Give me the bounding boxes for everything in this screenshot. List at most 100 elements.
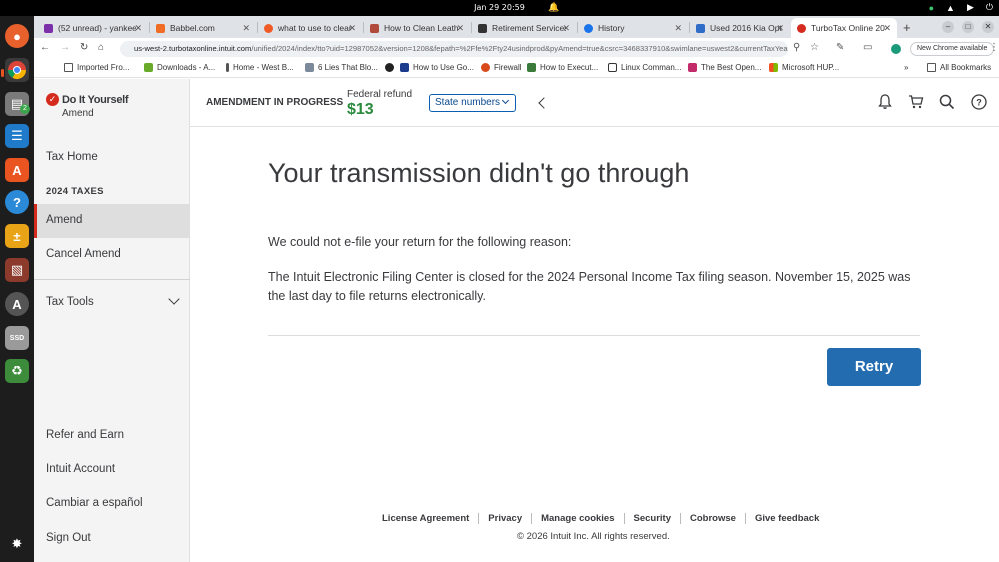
calc-icon[interactable]: ±: [5, 224, 29, 248]
turbotax-logo[interactable]: ✓ Do It Yourself: [46, 93, 129, 106]
footer-link-cobrowse[interactable]: Cobrowse: [681, 513, 746, 524]
zoom-icon[interactable]: ⚲: [793, 42, 800, 53]
chevron-down-icon: [501, 96, 510, 105]
globe-icon: [385, 63, 394, 72]
footer-link-privacy[interactable]: Privacy: [479, 513, 533, 524]
close-window-icon[interactable]: ✕: [982, 21, 994, 33]
close-tab-icon[interactable]: ✕: [674, 23, 682, 34]
tab-strip: (52 unread) - yankee ✕ Babbel.com ✕ what…: [34, 16, 999, 38]
bookmark-item[interactable]: How to Use Go...: [400, 63, 474, 72]
bookmark-item[interactable]: 6 Lies That Blo...: [305, 63, 378, 72]
more-bookmarks-icon[interactable]: »: [904, 63, 908, 72]
footer-link-feedback[interactable]: Give feedback: [746, 513, 828, 524]
copyright: © 2026 Intuit Inc. All rights reserved.: [517, 531, 670, 542]
retry-button[interactable]: Retry: [827, 348, 921, 386]
cart-icon[interactable]: [907, 93, 925, 111]
software-updater-icon[interactable]: A: [5, 292, 29, 316]
active-app-indicator: [1, 69, 4, 77]
sidebar-item-amend[interactable]: Amend: [46, 214, 82, 226]
footer-link-cookies[interactable]: Manage cookies: [532, 513, 625, 524]
apps-grid-icon[interactable]: ✸: [5, 532, 29, 556]
forward-icon[interactable]: →: [60, 42, 70, 53]
cast-icon[interactable]: ▭: [863, 42, 872, 53]
firefox-icon[interactable]: ●: [5, 24, 29, 48]
bookmark-item[interactable]: Microsoft HUP...: [769, 63, 839, 72]
ssd-icon[interactable]: SSD: [5, 326, 29, 350]
new-chrome-available-button[interactable]: New Chrome available: [910, 42, 995, 56]
sidebar-divider: [34, 279, 190, 280]
minimize-icon[interactable]: –: [942, 21, 954, 33]
sidebar-item-cancel-amend[interactable]: Cancel Amend: [46, 248, 121, 260]
help-icon[interactable]: ?: [5, 190, 29, 214]
house-icon: [370, 23, 379, 33]
profile-avatar-icon[interactable]: [891, 44, 901, 54]
bookmark-item[interactable]: Home - West B...: [226, 63, 294, 72]
retirement-icon: [478, 23, 487, 33]
search-icon[interactable]: [938, 93, 956, 111]
cross-icon: [226, 63, 229, 72]
bookmark-item[interactable]: Linux Comman...: [608, 63, 681, 72]
back-icon[interactable]: ←: [40, 42, 50, 53]
books-icon[interactable]: ▧: [5, 258, 29, 282]
bookmark-item[interactable]: Downloads - A...: [144, 63, 215, 72]
car-icon: [696, 23, 705, 33]
state-numbers-dropdown[interactable]: State numbers: [429, 94, 516, 112]
close-tab-icon[interactable]: ✕: [134, 23, 142, 34]
close-tab-icon[interactable]: ✕: [242, 23, 250, 34]
close-tab-icon[interactable]: ✕: [776, 23, 784, 34]
shield-icon[interactable]: ●: [929, 3, 934, 13]
all-bookmarks[interactable]: All Bookmarks: [927, 63, 991, 72]
bookmark-item[interactable]: [385, 63, 398, 72]
footer-link-license[interactable]: License Agreement: [382, 513, 480, 524]
tab-clean[interactable]: what to use to clean ✕: [258, 18, 362, 38]
writer-icon[interactable]: ☰: [5, 124, 29, 148]
tab-babbel[interactable]: Babbel.com ✕: [150, 18, 256, 38]
volume-icon[interactable]: ▶: [967, 2, 974, 13]
maximize-icon[interactable]: □: [962, 21, 974, 33]
sidebar-item-tax-tools[interactable]: Tax Tools: [46, 296, 94, 308]
close-tab-icon[interactable]: ✕: [456, 23, 464, 34]
menu-kebab-icon[interactable]: ⋮: [989, 42, 999, 53]
bookmark-item[interactable]: Firewall: [481, 63, 522, 72]
tab-kia[interactable]: Used 2016 Kia Optim ✕: [690, 18, 790, 38]
page-icon: [527, 63, 536, 72]
bookmark-item[interactable]: How to Execut...: [527, 63, 598, 72]
close-tab-icon[interactable]: ✕: [348, 23, 356, 34]
trash-icon[interactable]: ♻: [5, 359, 29, 383]
bookmarks-bar: Imported Fro... Downloads - A... Home - …: [34, 60, 999, 78]
bookmark-star-icon[interactable]: ☆: [810, 42, 819, 53]
sidebar-item-sign-out[interactable]: Sign Out: [46, 532, 91, 544]
power-icon[interactable]: ⏻: [986, 2, 993, 13]
chrome-icon[interactable]: [5, 58, 29, 82]
close-tab-icon[interactable]: ✕: [883, 23, 891, 34]
page-icon: [400, 63, 409, 72]
chevron-down-icon[interactable]: [168, 293, 180, 305]
bookmark-item[interactable]: The Best Open...: [688, 63, 761, 72]
sidebar-item-refer[interactable]: Refer and Earn: [46, 429, 124, 441]
home-icon[interactable]: ⌂: [98, 42, 104, 53]
close-tab-icon[interactable]: ✕: [562, 23, 570, 34]
history-icon: [584, 23, 593, 33]
tab-history[interactable]: History ✕: [578, 18, 688, 38]
new-tab-icon[interactable]: +: [903, 20, 911, 35]
sidebar-item-language[interactable]: Cambiar a español: [46, 497, 143, 509]
tab-gmail[interactable]: (52 unread) - yankee ✕: [38, 18, 148, 38]
tab-retirement[interactable]: Retirement Services ✕: [472, 18, 576, 38]
refund-amount: $13: [347, 101, 374, 118]
sidebar-item-account[interactable]: Intuit Account: [46, 463, 115, 475]
wifi-icon[interactable]: ▲: [946, 3, 955, 13]
app-center-icon[interactable]: A: [5, 158, 29, 182]
chevron-left-icon[interactable]: [538, 97, 550, 109]
bell-icon[interactable]: [876, 93, 894, 111]
extensions-icon[interactable]: ✎: [836, 42, 844, 53]
sidebar-item-tax-home[interactable]: Tax Home: [46, 151, 98, 163]
reload-icon[interactable]: ↻: [80, 42, 88, 53]
bookmark-item[interactable]: Imported Fro...: [64, 63, 129, 72]
address-bar[interactable]: us-west-2.turbotaxonline.intuit.com/unif…: [120, 41, 788, 57]
help-icon[interactable]: ?: [970, 93, 988, 111]
tab-turbotax[interactable]: TurboTax Online 20 ✕: [791, 18, 897, 38]
footer-link-security[interactable]: Security: [625, 513, 681, 524]
notification-bell-icon[interactable]: 🔔: [548, 2, 559, 13]
tab-leather[interactable]: How to Clean Leath ✕: [364, 18, 470, 38]
system-clock[interactable]: Jan 29 20:59: [0, 3, 999, 12]
